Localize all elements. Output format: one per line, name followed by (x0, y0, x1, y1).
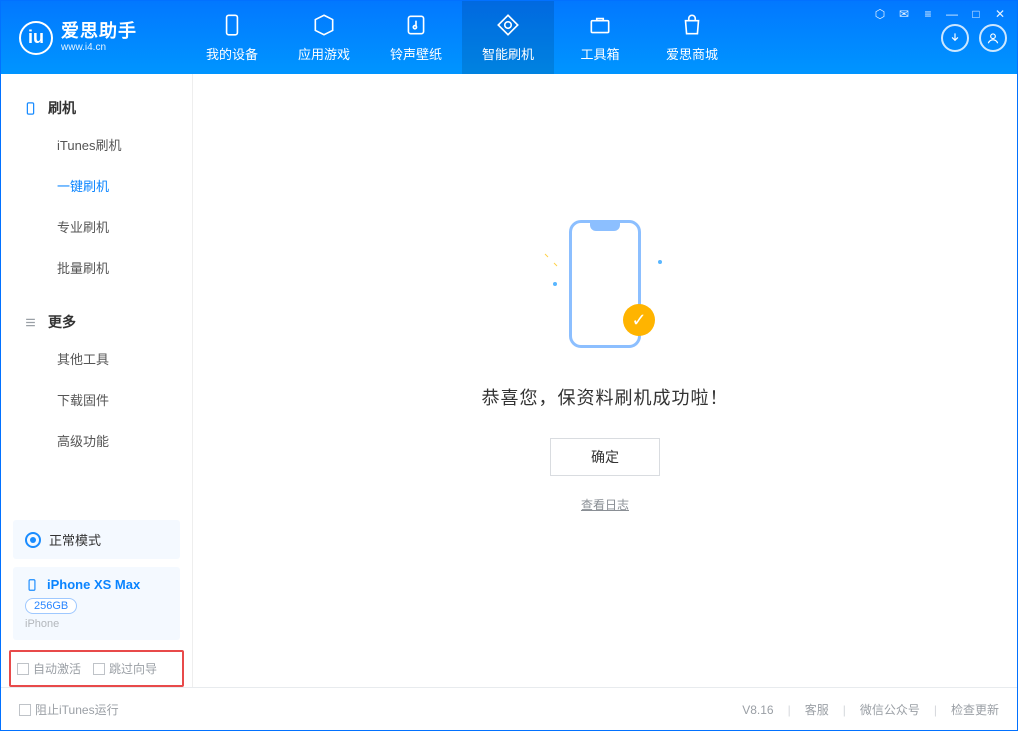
tab-label: 铃声壁纸 (390, 44, 442, 63)
list-icon (23, 315, 38, 330)
body: 刷机 iTunes刷机 一键刷机 专业刷机 批量刷机 更多 其他工具 下载固件 … (1, 74, 1017, 687)
checkbox-skip-guide[interactable]: 跳过向导 (93, 660, 157, 677)
tab-flash[interactable]: 智能刷机 (462, 1, 554, 74)
minimize-icon[interactable]: — (945, 7, 959, 21)
device-panel: 正常模式 iPhone XS Max 256GB iPhone (1, 520, 192, 650)
main-tabs: 我的设备 应用游戏 铃声壁纸 智能刷机 工具箱 爱思商城 (186, 1, 738, 74)
checkbox-auto-activate[interactable]: 自动激活 (17, 660, 81, 677)
tab-label: 我的设备 (206, 44, 258, 63)
device-type: iPhone (25, 618, 168, 630)
device-card[interactable]: iPhone XS Max 256GB iPhone (13, 567, 180, 640)
checkbox-block-itunes[interactable]: 阻止iTunes运行 (19, 701, 119, 718)
bag-icon (679, 12, 705, 38)
sidebar-group-more: 更多 (1, 306, 192, 338)
feedback-icon[interactable]: ✉ (897, 7, 911, 21)
mode-label: 正常模式 (49, 530, 101, 549)
sidebar: 刷机 iTunes刷机 一键刷机 专业刷机 批量刷机 更多 其他工具 下载固件 … (1, 74, 193, 687)
main-content: ✓ 恭喜您，保资料刷机成功啦！ 确定 查看日志 (193, 74, 1017, 687)
phone-small-icon (25, 578, 39, 592)
mode-icon (25, 532, 41, 548)
sidebar-item-download-firmware[interactable]: 下载固件 (1, 379, 192, 420)
footer: 阻止iTunes运行 V8.16 | 客服 | 微信公众号 | 检查更新 (1, 687, 1017, 731)
version-label: V8.16 (742, 703, 773, 717)
sidebar-item-advanced[interactable]: 高级功能 (1, 420, 192, 461)
close-icon[interactable]: ✕ (993, 7, 1007, 21)
toolbox-icon (587, 12, 613, 38)
sidebar-item-itunes-flash[interactable]: iTunes刷机 (1, 124, 192, 165)
tab-label: 工具箱 (580, 44, 619, 63)
phone-icon (219, 12, 245, 38)
view-log-link[interactable]: 查看日志 (581, 496, 629, 513)
maximize-icon[interactable]: □ (969, 7, 983, 21)
menu-icon[interactable]: ≡ (921, 7, 935, 21)
separator: | (843, 703, 846, 717)
sidebar-item-other-tools[interactable]: 其他工具 (1, 338, 192, 379)
checkbox-label: 跳过向导 (109, 660, 157, 677)
group-label: 更多 (48, 312, 76, 332)
support-link[interactable]: 客服 (805, 701, 829, 718)
tab-label: 爱思商城 (666, 44, 718, 63)
tab-label: 应用游戏 (298, 44, 350, 63)
success-message: 恭喜您，保资料刷机成功啦！ (482, 384, 729, 410)
skin-icon[interactable]: ⬡ (873, 7, 887, 21)
check-badge-icon: ✓ (623, 304, 655, 336)
group-label: 刷机 (48, 98, 76, 118)
sidebar-group-flash: 刷机 (1, 92, 192, 124)
music-icon (403, 12, 429, 38)
success-illustration: ✓ (525, 214, 685, 354)
download-button[interactable] (941, 24, 969, 52)
sidebar-item-onekey-flash[interactable]: 一键刷机 (1, 165, 192, 206)
tab-store[interactable]: 爱思商城 (646, 1, 738, 74)
logo-badge-icon: iu (19, 21, 53, 55)
separator: | (934, 703, 937, 717)
device-storage: 256GB (25, 598, 77, 614)
sidebar-item-batch-flash[interactable]: 批量刷机 (1, 247, 192, 288)
separator: | (788, 703, 791, 717)
flash-options-highlight: 自动激活 跳过向导 (9, 650, 184, 687)
window-controls: ⬡ ✉ ≡ — □ ✕ (873, 7, 1007, 21)
tab-my-device[interactable]: 我的设备 (186, 1, 278, 74)
tab-ringtones[interactable]: 铃声壁纸 (370, 1, 462, 74)
wechat-link[interactable]: 微信公众号 (860, 701, 920, 718)
user-button[interactable] (979, 24, 1007, 52)
device-icon (23, 101, 38, 116)
header: iu 爱思助手 www.i4.cn 我的设备 应用游戏 铃声壁纸 智能刷机 工具… (1, 1, 1017, 74)
checkbox-label: 阻止iTunes运行 (35, 701, 119, 718)
device-name: iPhone XS Max (47, 577, 140, 592)
logo: iu 爱思助手 www.i4.cn (1, 1, 186, 74)
app-name: 爱思助手 (61, 22, 137, 42)
sidebar-item-pro-flash[interactable]: 专业刷机 (1, 206, 192, 247)
ok-button[interactable]: 确定 (550, 438, 660, 476)
refresh-icon (495, 12, 521, 38)
app-url: www.i4.cn (61, 42, 137, 53)
cube-icon (311, 12, 337, 38)
checkbox-label: 自动激活 (33, 660, 81, 677)
tab-toolbox[interactable]: 工具箱 (554, 1, 646, 74)
device-mode[interactable]: 正常模式 (13, 520, 180, 559)
tab-label: 智能刷机 (482, 44, 534, 63)
check-update-link[interactable]: 检查更新 (951, 701, 999, 718)
tab-apps[interactable]: 应用游戏 (278, 1, 370, 74)
